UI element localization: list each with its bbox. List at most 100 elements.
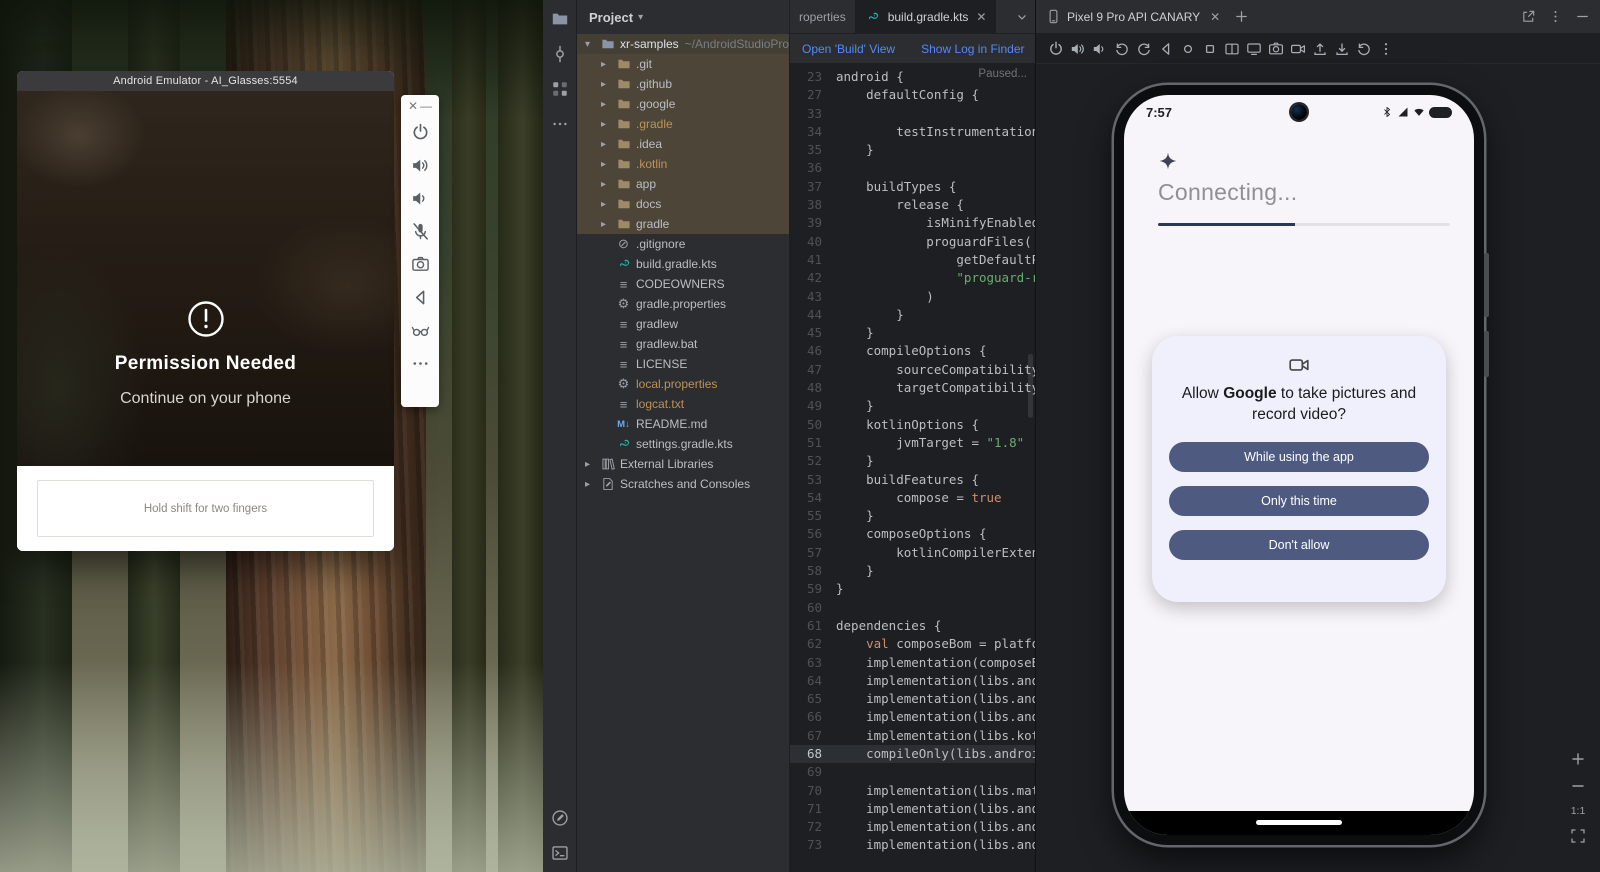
code-line-61[interactable]: 61dependencies { bbox=[790, 617, 1035, 635]
code-line-53[interactable]: 53buildFeatures { bbox=[790, 471, 1035, 489]
code-line-41[interactable]: 41getDefaultPr bbox=[790, 251, 1035, 269]
code-line-73[interactable]: 73implementation(libs.andr bbox=[790, 836, 1035, 854]
tree-item-app[interactable]: ▸app bbox=[577, 174, 789, 194]
close-icon[interactable]: ✕ bbox=[408, 99, 418, 113]
tree-item-gradlew-bat[interactable]: ≡gradlew.bat bbox=[577, 334, 789, 354]
chevron-right-icon[interactable]: ▸ bbox=[585, 459, 599, 470]
code-line-54[interactable]: 54compose = true bbox=[790, 489, 1035, 507]
volume-up-icon[interactable] bbox=[1070, 41, 1086, 57]
dont-allow-button[interactable]: Don't allow bbox=[1169, 530, 1429, 560]
project-panel-header[interactable]: Project ▾ bbox=[577, 0, 789, 34]
chevron-right-icon[interactable]: ▸ bbox=[601, 119, 615, 130]
code-line-37[interactable]: 37buildTypes { bbox=[790, 178, 1035, 196]
add-device-tab-icon[interactable] bbox=[1234, 9, 1249, 24]
code-line-69[interactable]: 69 bbox=[790, 763, 1035, 781]
tree-item--idea[interactable]: ▸.idea bbox=[577, 134, 789, 154]
chevron-right-icon[interactable]: ▸ bbox=[601, 79, 615, 90]
display-icon[interactable] bbox=[1246, 41, 1262, 57]
glasses-icon[interactable] bbox=[411, 321, 430, 340]
nav-overview-icon[interactable] bbox=[1202, 41, 1218, 57]
code-line-27[interactable]: 27defaultConfig { bbox=[790, 86, 1035, 104]
code-line-62[interactable]: 62val composeBom = platfor bbox=[790, 635, 1035, 653]
code-line-63[interactable]: 63implementation(composeBo bbox=[790, 654, 1035, 672]
code-line-36[interactable]: 36 bbox=[790, 159, 1035, 177]
home-indicator[interactable] bbox=[1256, 820, 1342, 825]
code-line-43[interactable]: 43) bbox=[790, 288, 1035, 306]
hide-panel-icon[interactable] bbox=[1575, 9, 1590, 24]
kebab-menu-icon[interactable] bbox=[1548, 9, 1563, 24]
code-line-39[interactable]: 39isMinifyEnabled bbox=[790, 214, 1035, 232]
tree-item-external-libraries[interactable]: ▸External Libraries bbox=[577, 454, 789, 474]
code-line-52[interactable]: 52} bbox=[790, 452, 1035, 470]
tree-item-docs[interactable]: ▸docs bbox=[577, 194, 789, 214]
code-line-67[interactable]: 67implementation(libs.kotl bbox=[790, 727, 1035, 745]
commit-icon[interactable] bbox=[551, 45, 569, 63]
emulator-screen[interactable]: Permission Needed Continue on your phone bbox=[17, 91, 394, 466]
chevron-right-icon[interactable]: ▸ bbox=[601, 219, 615, 230]
chevron-right-icon[interactable]: ▸ bbox=[601, 199, 615, 210]
edit-circle-icon[interactable] bbox=[551, 809, 569, 827]
code-line-40[interactable]: 40proguardFiles( bbox=[790, 233, 1035, 251]
zoom-reset-button[interactable]: 1:1 bbox=[1571, 805, 1586, 817]
back-triangle-icon[interactable] bbox=[1158, 41, 1174, 57]
power-icon[interactable] bbox=[1048, 41, 1064, 57]
snapshot-icon[interactable] bbox=[1356, 41, 1372, 57]
zoom-out-icon[interactable] bbox=[1570, 778, 1586, 794]
chevron-expanded-icon[interactable]: ▾ bbox=[585, 39, 599, 50]
project-folder-icon[interactable] bbox=[551, 10, 569, 28]
code-line-65[interactable]: 65implementation(libs.andr bbox=[790, 690, 1035, 708]
camera-video-icon[interactable] bbox=[1290, 41, 1306, 57]
only-this-time-button[interactable]: Only this time bbox=[1169, 486, 1429, 516]
tree-item-readme-md[interactable]: M↓README.md bbox=[577, 414, 789, 434]
tree-item-build-gradle-kts[interactable]: build.gradle.kts bbox=[577, 254, 789, 274]
camera-photo-icon[interactable] bbox=[1268, 41, 1284, 57]
minimize-icon[interactable]: — bbox=[420, 99, 432, 113]
upload-icon[interactable] bbox=[1312, 41, 1328, 57]
rotate-left-icon[interactable] bbox=[1114, 41, 1130, 57]
tree-item-gradlew[interactable]: ≡gradlew bbox=[577, 314, 789, 334]
tree-item-settings-gradle-kts[interactable]: settings.gradle.kts bbox=[577, 434, 789, 454]
rotate-right-icon[interactable] bbox=[1136, 41, 1152, 57]
show-log-in-finder-link[interactable]: Show Log in Finder bbox=[921, 42, 1024, 56]
more-h-icon[interactable] bbox=[551, 115, 569, 133]
code-line-71[interactable]: 71implementation(libs.andr bbox=[790, 800, 1035, 818]
chevron-right-icon[interactable]: ▸ bbox=[585, 479, 599, 490]
code-line-33[interactable]: 33 bbox=[790, 105, 1035, 123]
while-using-app-button[interactable]: While using the app bbox=[1169, 442, 1429, 472]
camera-photo-icon[interactable] bbox=[411, 255, 430, 274]
tree-item-logcat-txt[interactable]: ≡logcat.txt bbox=[577, 394, 789, 414]
code-line-48[interactable]: 48targetCompatibility bbox=[790, 379, 1035, 397]
volume-down-icon[interactable] bbox=[411, 189, 430, 208]
phone-screen[interactable]: 7:57 bbox=[1124, 95, 1474, 835]
kebab-icon[interactable] bbox=[1378, 41, 1394, 57]
code-line-68[interactable]: 68compileOnly(libs.android bbox=[790, 745, 1035, 763]
code-line-58[interactable]: 58} bbox=[790, 562, 1035, 580]
emulator-title[interactable]: Android Emulator - AI_Glasses:5554 bbox=[17, 71, 394, 91]
code-line-72[interactable]: 72implementation(libs.andr bbox=[790, 818, 1035, 836]
tree-item--kotlin[interactable]: ▸.kotlin bbox=[577, 154, 789, 174]
open-build-view-link[interactable]: Open 'Build' View bbox=[802, 42, 895, 56]
tab-pixel-9-pro[interactable]: Pixel 9 Pro API CANARY ✕ bbox=[1046, 9, 1220, 24]
code-line-45[interactable]: 45} bbox=[790, 324, 1035, 342]
code-line-56[interactable]: 56composeOptions { bbox=[790, 525, 1035, 543]
code-line-66[interactable]: 66implementation(libs.andr bbox=[790, 708, 1035, 726]
terminal-icon[interactable] bbox=[551, 844, 569, 862]
tree-item--gradle[interactable]: ▸.gradle bbox=[577, 114, 789, 134]
download-icon[interactable] bbox=[1334, 41, 1350, 57]
code-line-44[interactable]: 44} bbox=[790, 306, 1035, 324]
code-line-38[interactable]: 38release { bbox=[790, 196, 1035, 214]
volume-down-icon[interactable] bbox=[1092, 41, 1108, 57]
editor-scrollbar[interactable] bbox=[1028, 354, 1033, 418]
code-line-59[interactable]: 59} bbox=[790, 580, 1035, 598]
close-tab-icon[interactable]: ✕ bbox=[1210, 10, 1220, 24]
code-line-34[interactable]: 34testInstrumentationR bbox=[790, 123, 1035, 141]
tree-item--github[interactable]: ▸.github bbox=[577, 74, 789, 94]
tree-item-local-properties[interactable]: ⚙local.properties bbox=[577, 374, 789, 394]
code-line-57[interactable]: 57kotlinCompilerExtens bbox=[790, 544, 1035, 562]
code-line-64[interactable]: 64implementation(libs.andr bbox=[790, 672, 1035, 690]
chevron-right-icon[interactable]: ▸ bbox=[601, 179, 615, 190]
code-editor[interactable]: 23android {27defaultConfig {3334testInst… bbox=[790, 64, 1035, 872]
code-line-46[interactable]: 46compileOptions { bbox=[790, 342, 1035, 360]
tab-gradle-properties[interactable]: roperties bbox=[790, 0, 856, 33]
code-line-70[interactable]: 70implementation(libs.mate bbox=[790, 782, 1035, 800]
